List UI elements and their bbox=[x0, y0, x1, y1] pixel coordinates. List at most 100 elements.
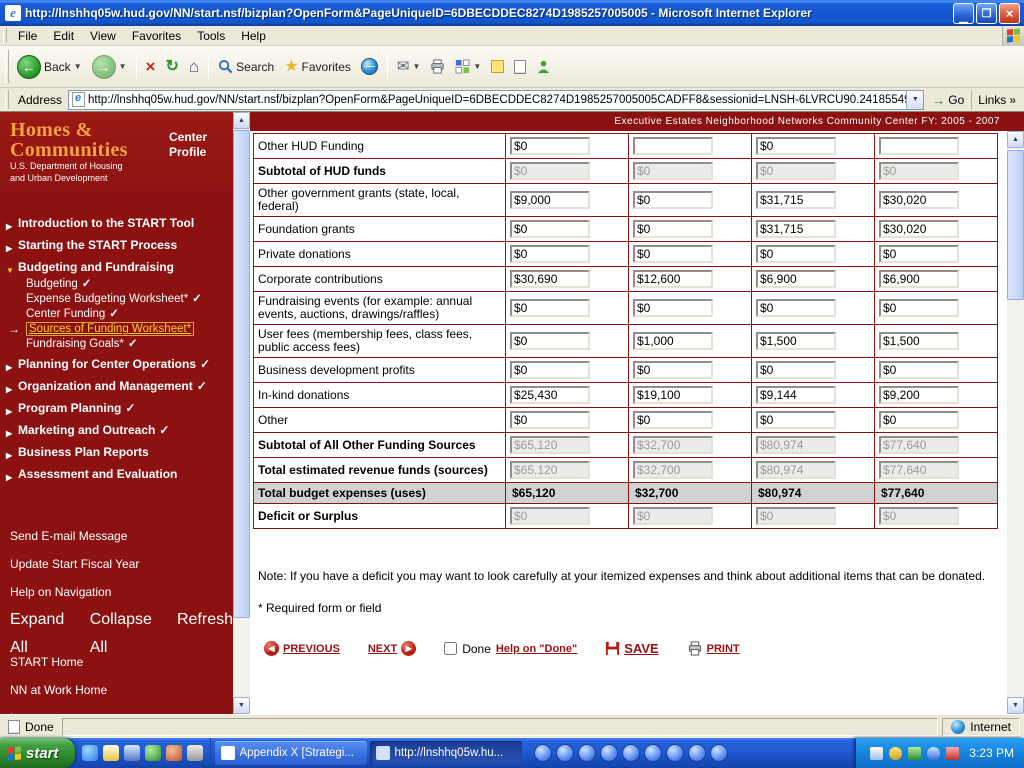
amount-input[interactable] bbox=[510, 361, 590, 379]
forward-button[interactable]: → ▼ bbox=[87, 52, 132, 82]
media-button[interactable] bbox=[356, 55, 383, 78]
start-button[interactable]: start bbox=[0, 738, 75, 768]
sidebar-item[interactable]: ▼Budgeting and Fundraising bbox=[0, 258, 233, 277]
tray-icon[interactable] bbox=[870, 747, 883, 760]
sidebar-subitem[interactable]: Budgeting✓ bbox=[0, 277, 233, 292]
menu-favorites[interactable]: Favorites bbox=[124, 27, 189, 45]
search-button[interactable]: Search bbox=[213, 56, 279, 77]
scroll-track[interactable] bbox=[1007, 148, 1024, 697]
forward-dropdown-icon[interactable]: ▼ bbox=[119, 62, 127, 71]
amount-input[interactable] bbox=[879, 386, 959, 404]
print-button[interactable]: PRINT bbox=[687, 641, 740, 656]
tray-icon[interactable] bbox=[889, 747, 902, 760]
amount-input[interactable] bbox=[756, 411, 836, 429]
quick-launch-mail-icon[interactable] bbox=[103, 745, 119, 761]
refresh-button[interactable]: ↻ bbox=[160, 56, 183, 78]
links-button[interactable]: Links » bbox=[971, 90, 1022, 110]
amount-input[interactable] bbox=[633, 361, 713, 379]
scroll-thumb[interactable] bbox=[233, 130, 250, 618]
amount-input[interactable] bbox=[756, 386, 836, 404]
menu-file[interactable]: File bbox=[10, 27, 45, 45]
mail-dropdown-icon[interactable]: ▼ bbox=[412, 62, 420, 71]
amount-input[interactable] bbox=[756, 245, 836, 263]
amount-input[interactable] bbox=[756, 191, 836, 209]
menu-view[interactable]: View bbox=[82, 27, 124, 45]
quick-launch-desktop-icon[interactable] bbox=[124, 745, 140, 761]
sidebar-item[interactable]: ▶Planning for Center Operations✓ bbox=[0, 355, 233, 374]
scroll-down-button[interactable]: ▼ bbox=[1007, 697, 1024, 714]
taskbar-icon[interactable] bbox=[578, 744, 596, 762]
taskbar-task-button[interactable]: http://lnshhq05w.hu... bbox=[370, 741, 522, 765]
amount-input[interactable] bbox=[510, 270, 590, 288]
amount-input[interactable] bbox=[633, 299, 713, 317]
taskbar-icon[interactable] bbox=[688, 744, 706, 762]
maximize-button[interactable]: ❐ bbox=[976, 3, 997, 24]
amount-input[interactable] bbox=[633, 220, 713, 238]
done-checkbox[interactable] bbox=[444, 642, 457, 655]
amount-input[interactable] bbox=[633, 411, 713, 429]
sidebar-item[interactable]: ▶Assessment and Evaluation bbox=[0, 465, 233, 484]
scroll-up-button[interactable]: ▲ bbox=[1007, 131, 1024, 148]
amount-input[interactable] bbox=[756, 220, 836, 238]
amount-input[interactable] bbox=[510, 332, 590, 350]
quick-launch-ie-icon[interactable] bbox=[82, 745, 98, 761]
close-button[interactable]: × bbox=[999, 3, 1020, 24]
scroll-thumb[interactable] bbox=[1007, 150, 1024, 300]
amount-input[interactable] bbox=[879, 270, 959, 288]
quick-launch-icon[interactable] bbox=[187, 745, 203, 761]
edit-button[interactable]: ▼ bbox=[450, 56, 486, 77]
sidebar-subitem-current[interactable]: →Sources of Funding Worksheet* bbox=[0, 322, 233, 337]
scroll-down-button[interactable]: ▼ bbox=[233, 697, 250, 714]
amount-input[interactable] bbox=[756, 332, 836, 350]
amount-input[interactable] bbox=[510, 386, 590, 404]
amount-input[interactable] bbox=[879, 361, 959, 379]
sidebar-link[interactable]: Logout bbox=[0, 704, 233, 714]
tray-icon[interactable] bbox=[908, 747, 921, 760]
amount-input[interactable] bbox=[633, 386, 713, 404]
sidebar-link[interactable]: Update Start Fiscal Year bbox=[0, 550, 233, 578]
menu-edit[interactable]: Edit bbox=[45, 27, 82, 45]
next-button[interactable]: NEXT ▶ bbox=[368, 641, 416, 656]
sidebar-item[interactable]: ▶Program Planning✓ bbox=[0, 399, 233, 418]
favorites-button[interactable]: ★ Favorites bbox=[279, 56, 356, 78]
messenger-button[interactable] bbox=[531, 56, 556, 77]
sidebar-item[interactable]: ▶Marketing and Outreach✓ bbox=[0, 421, 233, 440]
amount-input[interactable] bbox=[510, 137, 590, 155]
menu-tools[interactable]: Tools bbox=[189, 27, 233, 45]
amount-input[interactable] bbox=[879, 245, 959, 263]
sidebar-scrollbar[interactable]: ▲ ▼ bbox=[233, 112, 250, 714]
discuss-button[interactable] bbox=[486, 57, 509, 76]
edit-dropdown-icon[interactable]: ▼ bbox=[473, 62, 481, 71]
amount-input[interactable] bbox=[756, 270, 836, 288]
amount-input[interactable] bbox=[510, 299, 590, 317]
amount-input[interactable] bbox=[633, 270, 713, 288]
taskbar-icon[interactable] bbox=[622, 744, 640, 762]
tray-icon[interactable] bbox=[946, 747, 959, 760]
amount-input[interactable] bbox=[756, 299, 836, 317]
go-button[interactable]: → Go bbox=[924, 89, 971, 111]
save-button[interactable]: SAVE bbox=[605, 641, 658, 656]
sidebar-utility-link[interactable]: Collapse All bbox=[90, 606, 169, 634]
sidebar-item[interactable]: ▶Introduction to the START Tool bbox=[0, 214, 233, 233]
taskbar-icon[interactable] bbox=[600, 744, 618, 762]
sidebar-utility-link[interactable]: Expand All bbox=[10, 606, 82, 634]
back-button[interactable]: ← Back ▼ bbox=[12, 52, 87, 82]
amount-input[interactable] bbox=[510, 245, 590, 263]
amount-input[interactable] bbox=[756, 361, 836, 379]
stop-button[interactable]: × bbox=[141, 56, 161, 78]
sidebar-item[interactable]: ▶Business Plan Reports bbox=[0, 443, 233, 462]
amount-input[interactable] bbox=[879, 332, 959, 350]
quick-launch-icon[interactable] bbox=[166, 745, 182, 761]
sidebar-utility-link[interactable]: Refresh bbox=[177, 606, 233, 634]
taskbar-icon[interactable] bbox=[534, 744, 552, 762]
print-toolbar-button[interactable] bbox=[425, 56, 450, 77]
amount-input[interactable] bbox=[879, 411, 959, 429]
amount-input[interactable] bbox=[510, 411, 590, 429]
amount-input[interactable] bbox=[510, 191, 590, 209]
tray-icon[interactable] bbox=[927, 747, 940, 760]
amount-input[interactable] bbox=[879, 299, 959, 317]
taskbar-task-button[interactable]: Appendix X [Strategi... bbox=[215, 741, 367, 765]
amount-input[interactable] bbox=[510, 220, 590, 238]
research-button[interactable] bbox=[509, 57, 531, 77]
sidebar-subitem[interactable]: Fundraising Goals*✓ bbox=[0, 337, 233, 352]
